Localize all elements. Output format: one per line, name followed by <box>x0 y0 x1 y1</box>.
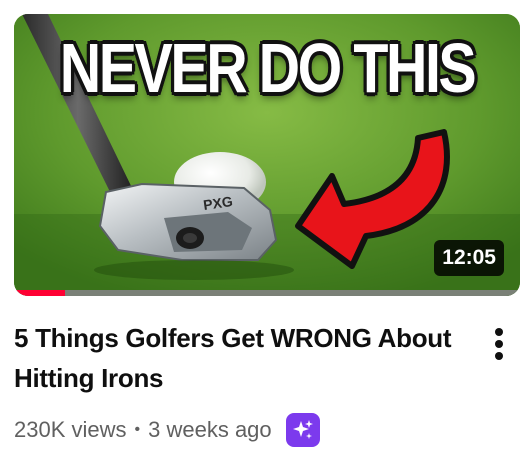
video-title[interactable]: 5 Things Golfers Get WRONG About Hitting… <box>14 318 476 398</box>
watch-progress-fill <box>14 290 65 296</box>
meta-separator: • <box>134 421 141 438</box>
more-vert-icon-dot <box>495 352 503 360</box>
video-metadata: 230K views • 3 weeks ago <box>14 412 320 448</box>
duration-badge: 12:05 <box>434 240 504 276</box>
upload-age: 3 weeks ago <box>148 417 272 442</box>
video-card: PXG NEVER DO THIS 12:05 5 Things Golfers… <box>0 0 530 468</box>
more-options-button[interactable] <box>482 320 518 368</box>
more-vert-icon-dot <box>495 340 503 348</box>
more-vert-icon <box>495 328 503 336</box>
video-thumbnail[interactable]: PXG NEVER DO THIS 12:05 <box>14 14 520 296</box>
thumbnail-headline: NEVER DO THIS <box>59 29 477 107</box>
view-count: 230K views <box>14 417 127 442</box>
sparkle-icon <box>292 420 313 439</box>
ai-summary-button[interactable] <box>285 413 320 447</box>
watch-progress-bar <box>14 290 520 296</box>
